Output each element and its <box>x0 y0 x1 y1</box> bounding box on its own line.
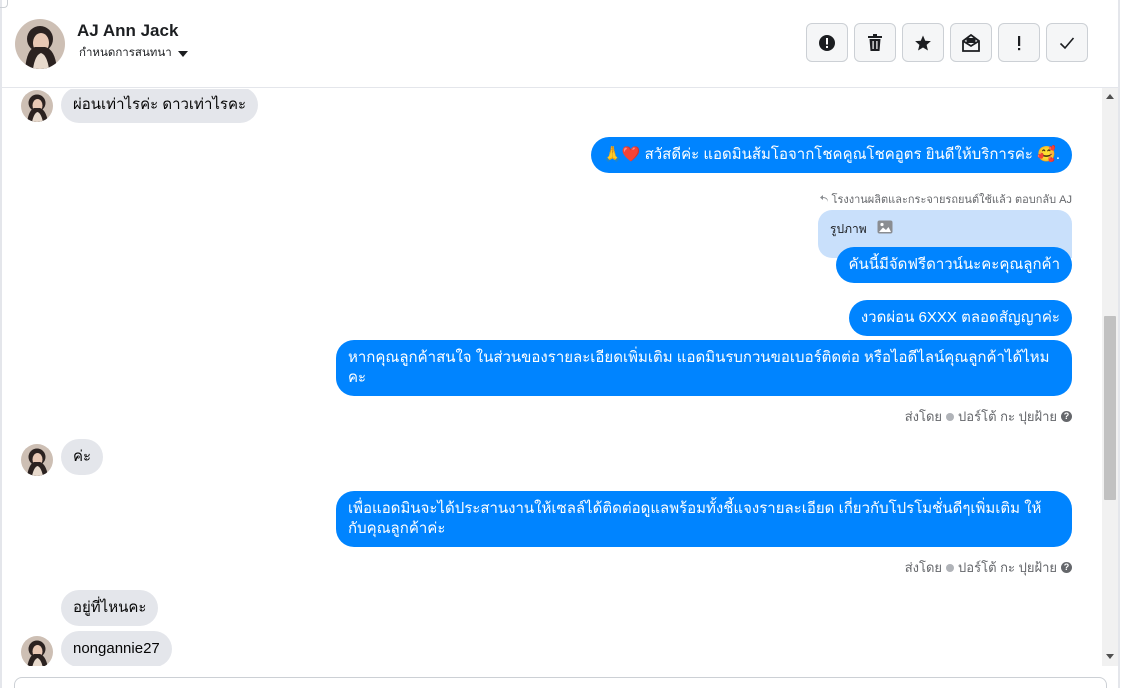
reply-arrow-icon <box>819 195 828 202</box>
sent-by-label: ส่งโดย <box>904 409 943 424</box>
scroll-down-button[interactable] <box>1102 648 1118 664</box>
incoming-message[interactable]: ผ่อนเท่าไรค่ะ ดาวเท่าไรคะ <box>61 89 259 123</box>
alert-circle-icon <box>819 34 835 51</box>
exclamation-icon <box>1018 35 1021 50</box>
report-button[interactable] <box>806 23 848 62</box>
sender-name: ปอร์โต้ กะ ปุยฝ้าย <box>958 560 1057 575</box>
trash-icon <box>868 33 882 51</box>
arrow-up-icon <box>1106 93 1114 99</box>
arrow-down-icon <box>1106 653 1114 659</box>
frame-border-right <box>1118 0 1120 688</box>
incoming-message[interactable]: nongannie27 <box>61 631 172 666</box>
reply-note: โรงงานผลิตและกระจายรถยนต์ใช้แล้ว ตอบกลับ… <box>819 190 1072 208</box>
outgoing-message[interactable]: งวดผ่อน 6XXX ตลอดสัญญาค่ะ <box>848 300 1072 336</box>
help-icon[interactable]: ? <box>1061 411 1072 422</box>
mark-unread-button[interactable] <box>950 23 992 62</box>
outgoing-message[interactable]: คันนี้มีจัดฟรีดาวน์นะคะคุณลูกค้า <box>836 247 1072 283</box>
contact-avatar[interactable] <box>15 19 65 69</box>
sent-by-label: ส่งโดย <box>904 560 943 575</box>
done-button[interactable] <box>1046 23 1088 62</box>
outgoing-message[interactable]: เพื่อแอดมินจะได้ประสานงานให้เซลล์ได้ติดต… <box>336 491 1072 547</box>
mail-open-icon <box>962 33 980 52</box>
delete-button[interactable] <box>854 23 896 62</box>
sender-avatar-icon <box>946 412 955 421</box>
conversation-header: AJ Ann Jack กำหนดการสนทนา <box>2 0 1118 88</box>
header-actions <box>806 23 1088 62</box>
outgoing-message[interactable]: 🙏❤️ สวัสดีค่ะ แอดมินส้มโอจากโชคคูณโชคอูต… <box>591 137 1072 173</box>
incoming-message[interactable]: ค่ะ <box>61 439 104 475</box>
image-icon <box>877 220 893 234</box>
contact-avatar-small[interactable] <box>21 636 53 666</box>
caret-down-icon <box>177 50 188 57</box>
contact-avatar-small[interactable] <box>21 444 53 476</box>
assign-conversation-dropdown[interactable]: กำหนดการสนทนา <box>79 44 188 62</box>
contact-avatar-small[interactable] <box>21 90 53 122</box>
message-thread[interactable]: ผ่อนเท่าไรค่ะ ดาวเท่าไรคะ 🙏❤️ สวัสดีค่ะ … <box>2 89 1102 666</box>
mark-important-button[interactable] <box>998 23 1040 62</box>
reply-note-text: โรงงานผลิตและกระจายรถยนต์ใช้แล้ว ตอบกลับ… <box>831 194 1072 206</box>
contact-name: AJ Ann Jack <box>77 21 179 40</box>
checkmark-icon <box>1059 36 1075 49</box>
sender-name: ปอร์โต้ กะ ปุยฝ้าย <box>958 409 1057 424</box>
scrollbar-thumb[interactable] <box>1104 316 1116 500</box>
incoming-message[interactable]: อยู่ที่ไหนคะ <box>61 590 159 626</box>
reply-quote-text: รูปภาพ <box>830 222 867 236</box>
star-button[interactable] <box>902 23 944 62</box>
help-icon[interactable]: ? <box>1061 562 1072 573</box>
outgoing-message[interactable]: หากคุณลูกค้าสนใจ ในส่วนของรายละเอียดเพิ่… <box>336 340 1072 396</box>
scroll-up-button[interactable] <box>1102 88 1118 104</box>
star-icon <box>915 35 931 50</box>
assign-label: กำหนดการสนทนา <box>79 47 172 59</box>
sent-by-info: ส่งโดย ปอร์โต้ กะ ปุยฝ้าย ? <box>905 406 1072 427</box>
sent-by-info: ส่งโดย ปอร์โต้ กะ ปุยฝ้าย ? <box>905 557 1072 578</box>
message-composer[interactable] <box>14 677 1107 688</box>
sender-avatar-icon <box>946 563 955 572</box>
